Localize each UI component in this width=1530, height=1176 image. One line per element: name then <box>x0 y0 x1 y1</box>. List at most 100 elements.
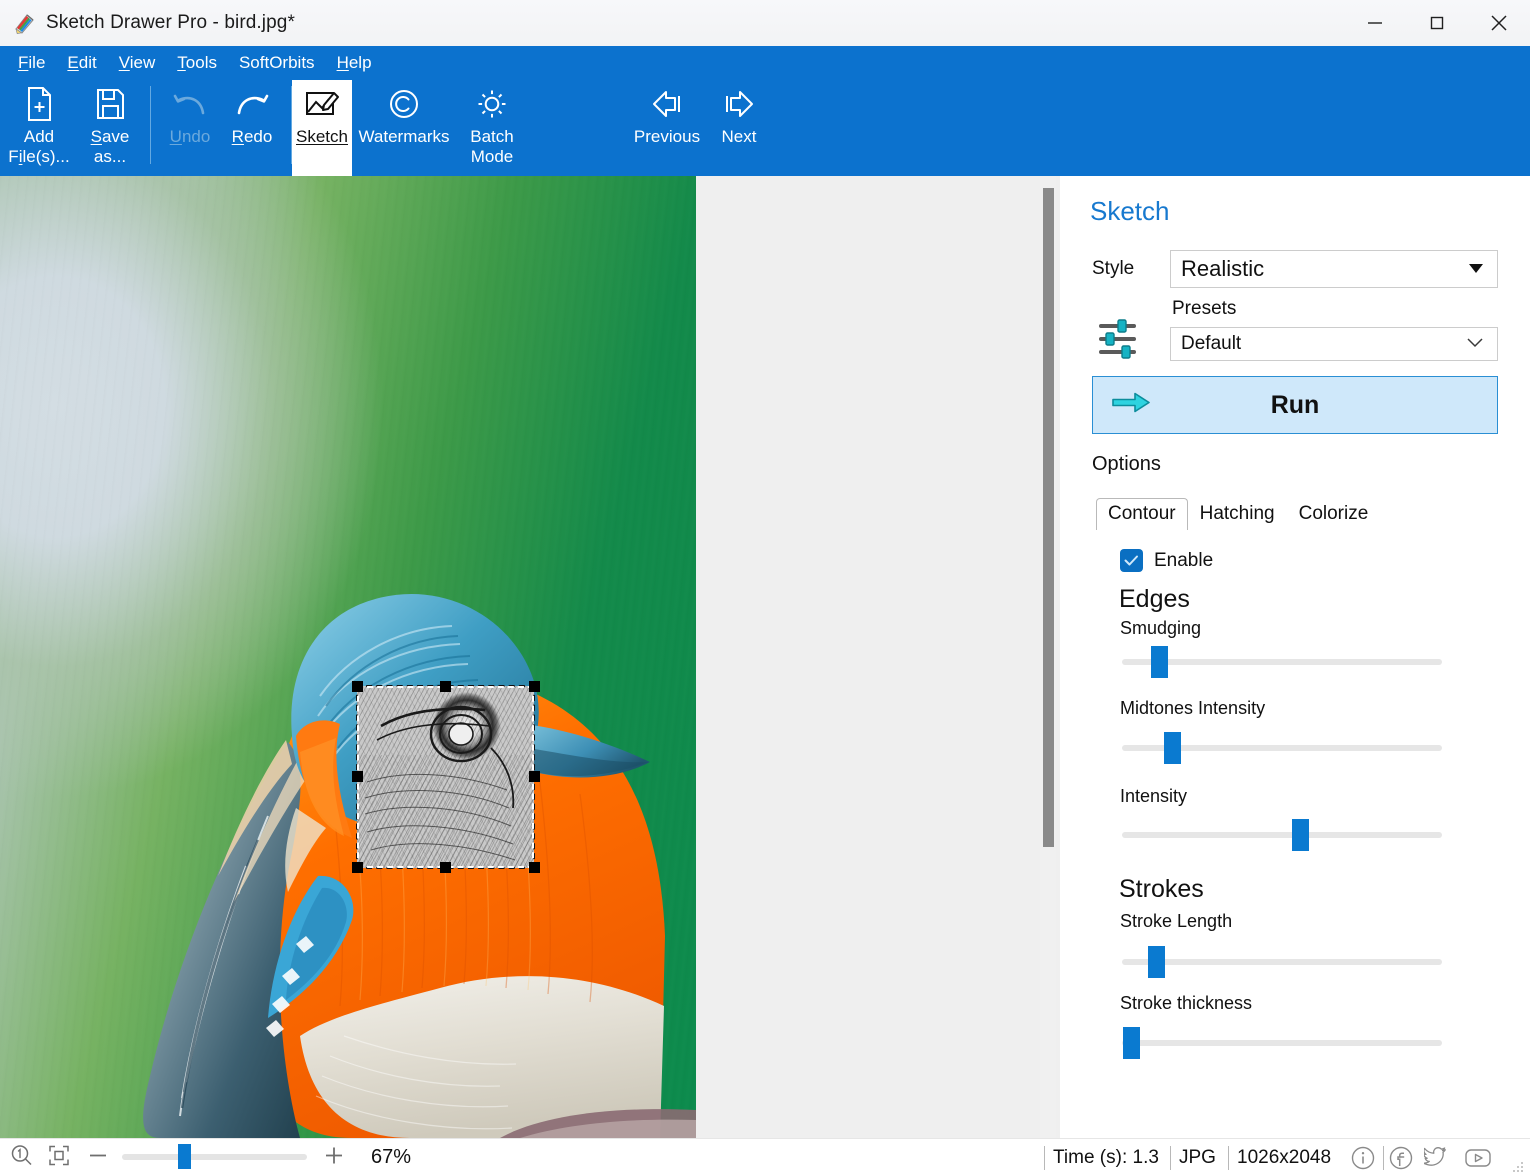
window-title: Sketch Drawer Pro - bird.jpg* <box>46 12 295 34</box>
info-icon[interactable] <box>1350 1145 1376 1176</box>
enable-checkbox-row[interactable]: Enable <box>1120 549 1213 572</box>
status-time: Time (s): 1.3 <box>1053 1147 1159 1169</box>
toolbar-previous[interactable]: Previous <box>624 80 710 176</box>
toolbar-next-label: Next <box>722 127 757 147</box>
menu-item-help[interactable]: Help <box>337 53 372 73</box>
add-file-icon <box>23 84 55 124</box>
toolbar-save-as[interactable]: Saveas... <box>78 80 142 176</box>
menu-item-edit[interactable]: Edit <box>67 53 96 73</box>
zoom-slider[interactable] <box>122 1154 307 1160</box>
zoom-slider-knob[interactable] <box>178 1144 191 1169</box>
toolbar-redo-label: Redo <box>232 127 273 147</box>
style-select-value: Realistic <box>1171 256 1264 282</box>
toolbar-batch-mode[interactable]: BatchMode <box>456 80 528 176</box>
toolbar-add-files[interactable]: AddFile(s)... <box>0 80 78 176</box>
resize-grip[interactable] <box>1512 1160 1524 1172</box>
redo-icon <box>232 84 272 124</box>
menu-item-softorbits[interactable]: SoftOrbits <box>239 53 315 73</box>
status-divider-4 <box>1383 1146 1384 1170</box>
save-icon <box>94 84 126 124</box>
selection-handle-w[interactable] <box>352 771 363 782</box>
group-title-strokes: Strokes <box>1119 875 1204 904</box>
enable-checkbox[interactable] <box>1120 549 1143 572</box>
photo-bird <box>0 176 696 1138</box>
selection-marquee[interactable] <box>357 686 534 868</box>
slider-stroke-thickness[interactable] <box>1122 1040 1442 1046</box>
toolbar-add-files-label: AddFile(s)... <box>8 127 69 167</box>
canvas-vertical-scrollbar[interactable] <box>1040 176 1056 1138</box>
youtube-icon[interactable] <box>1464 1145 1492 1176</box>
minimize-button[interactable] <box>1344 0 1406 46</box>
ribbon: File Edit View Tools SoftOrbits Help Add… <box>0 46 1530 176</box>
status-divider-2 <box>1170 1146 1171 1170</box>
options-label: Options <box>1092 453 1161 476</box>
selection-handle-ne[interactable] <box>529 681 540 692</box>
canvas-scrollbar-thumb[interactable] <box>1043 188 1054 847</box>
toolbar-undo[interactable]: Undo <box>159 80 221 176</box>
toolbar-previous-label: Previous <box>634 127 700 147</box>
gear-icon <box>475 84 509 124</box>
menu-item-tools[interactable]: Tools <box>177 53 217 73</box>
tab-hatching[interactable]: Hatching <box>1188 498 1287 530</box>
slider-intensity[interactable] <box>1122 832 1442 838</box>
image-canvas[interactable] <box>0 176 696 1138</box>
status-format: JPG <box>1179 1147 1216 1169</box>
tab-contour[interactable]: Contour <box>1096 498 1188 530</box>
zoom-one-to-one-icon[interactable] <box>10 1144 34 1173</box>
toolbar-redo[interactable]: Redo <box>221 80 283 176</box>
window-controls <box>1344 0 1530 46</box>
arrow-right-icon <box>720 84 758 124</box>
toolbar-watermarks[interactable]: Watermarks <box>352 80 456 176</box>
undo-icon <box>170 84 210 124</box>
branch-shape <box>0 176 696 1138</box>
toolbar: AddFile(s)... Saveas... <box>0 80 768 176</box>
slider-label-intensity: Intensity <box>1120 786 1187 807</box>
status-divider-1 <box>1044 1146 1045 1170</box>
selection-handle-s[interactable] <box>440 862 451 873</box>
toolbar-save-as-label: Saveas... <box>91 127 130 167</box>
toolbar-sketch[interactable]: Sketch <box>292 80 352 176</box>
slider-stroke-length[interactable] <box>1122 959 1442 965</box>
menu-bar: File Edit View Tools SoftOrbits Help <box>0 46 394 80</box>
presets-select-value: Default <box>1171 333 1241 355</box>
selection-handle-n[interactable] <box>440 681 451 692</box>
zoom-level-label: 67% <box>371 1146 411 1169</box>
selection-handle-sw[interactable] <box>352 862 363 873</box>
close-button[interactable] <box>1468 0 1530 46</box>
slider-smudging-knob[interactable] <box>1151 646 1168 678</box>
slider-label-stroke-length: Stroke Length <box>1120 911 1232 932</box>
run-button[interactable]: Run <box>1092 376 1498 434</box>
presets-select[interactable]: Default <box>1170 327 1498 361</box>
group-title-edges: Edges <box>1119 585 1190 614</box>
selection-handle-nw[interactable] <box>352 681 363 692</box>
style-label: Style <box>1092 258 1134 280</box>
toolbar-undo-label: Undo <box>170 127 211 147</box>
selection-handle-e[interactable] <box>529 771 540 782</box>
maximize-button[interactable] <box>1406 0 1468 46</box>
twitter-icon[interactable] <box>1424 1145 1450 1176</box>
options-tabs: Contour Hatching Colorize <box>1096 498 1380 530</box>
menu-item-file[interactable]: File <box>18 53 45 73</box>
fit-to-screen-icon[interactable] <box>47 1144 71 1173</box>
sketch-icon <box>304 84 340 124</box>
facebook-icon[interactable] <box>1388 1145 1414 1176</box>
slider-intensity-knob[interactable] <box>1292 819 1309 851</box>
slider-stroke-length-knob[interactable] <box>1148 946 1165 978</box>
slider-midtones-intensity[interactable] <box>1122 745 1442 751</box>
toolbar-next[interactable]: Next <box>710 80 768 176</box>
minus-icon[interactable] <box>86 1144 110 1173</box>
slider-label-smudging: Smudging <box>1120 618 1201 639</box>
slider-smudging[interactable] <box>1122 659 1442 665</box>
style-select[interactable]: Realistic <box>1170 250 1498 288</box>
panel-title: Sketch <box>1090 196 1170 227</box>
plus-icon[interactable] <box>322 1144 346 1173</box>
title-bar: Sketch Drawer Pro - bird.jpg* <box>0 0 1530 47</box>
presets-label: Presets <box>1172 298 1236 320</box>
selection-handle-se[interactable] <box>529 862 540 873</box>
run-arrow-icon <box>1111 391 1151 420</box>
slider-midtones-intensity-knob[interactable] <box>1164 732 1181 764</box>
tab-colorize[interactable]: Colorize <box>1287 498 1381 530</box>
menu-item-view[interactable]: View <box>119 53 156 73</box>
toolbar-watermarks-label: Watermarks <box>359 127 450 147</box>
slider-stroke-thickness-knob[interactable] <box>1123 1027 1140 1059</box>
